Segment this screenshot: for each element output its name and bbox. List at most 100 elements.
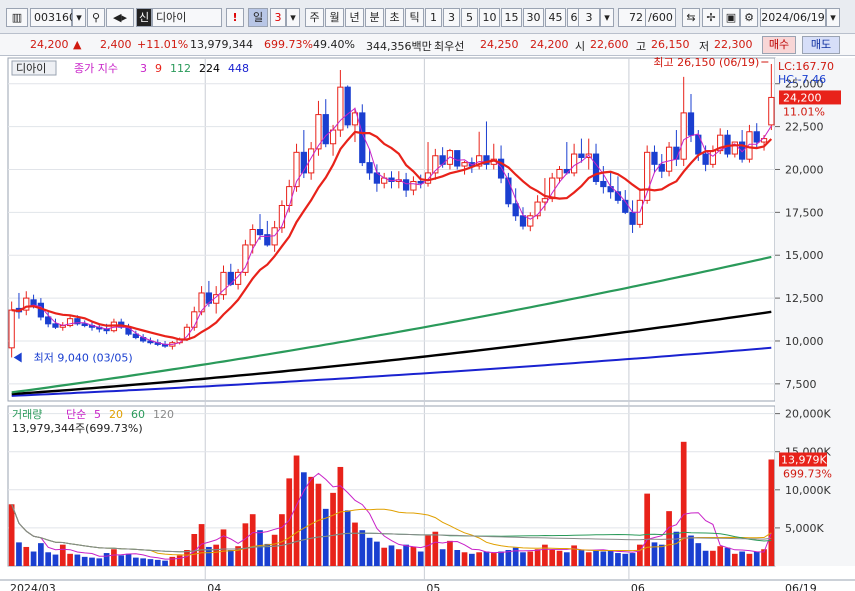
interval-button-15[interactable]: 15 [501, 8, 522, 27]
speaker-icon[interactable]: ◀▸ [106, 8, 134, 27]
volume-bar [622, 553, 629, 566]
period-button-0[interactable]: 주 [305, 8, 324, 27]
alert-button[interactable]: ! [226, 8, 244, 27]
stock-name-field[interactable]: 디아이 [152, 8, 222, 27]
buy-button[interactable]: 매수 [762, 36, 796, 54]
candle-up [278, 204, 286, 229]
candle-up [556, 168, 563, 179]
candle-down [607, 186, 614, 193]
volume-bar [315, 483, 322, 566]
toolbar: ▥ 003160 ▾ ⚲ ◀▸ 신 디아이 ! 일 3 ▾ 주월년분초틱 135… [0, 0, 855, 34]
volume-bar [629, 553, 636, 566]
price-change: 2,400 [100, 38, 132, 51]
current-volume-pct: 699.73% [783, 467, 832, 480]
volume-bar [607, 550, 614, 566]
candle-up [337, 86, 344, 131]
ma-legend-112: 112 [170, 62, 191, 75]
volume-bar [125, 553, 132, 566]
candle-up [570, 153, 578, 174]
volume-bar [717, 546, 724, 566]
search-icon[interactable]: ⚲ [87, 8, 105, 27]
volume-bar [695, 543, 702, 566]
period-button-2[interactable]: 년 [345, 8, 364, 27]
candle-down [81, 323, 88, 327]
bar-count-field[interactable]: 72 [618, 8, 646, 27]
stock-chart[interactable]: 7,500 10,000 12,500 15,000 17,500 20,000 22,50… [0, 56, 855, 591]
multiplier-field[interactable]: 3 [578, 8, 600, 27]
volume-bar [300, 472, 307, 566]
candle-down [322, 114, 329, 145]
candle-down [344, 86, 351, 126]
volume-bar [279, 514, 285, 566]
sell-button[interactable]: 매도 [802, 36, 840, 54]
high-label: 고 [636, 40, 647, 53]
period-button-5[interactable]: 틱 [405, 8, 424, 27]
interval-button-30[interactable]: 30 [523, 8, 544, 27]
stock-code-input[interactable]: 003160 [30, 8, 76, 27]
volume-bar [52, 554, 59, 566]
candle-down [578, 153, 585, 158]
current-price: 24,200 [30, 38, 69, 51]
interval-button-1[interactable]: 1 [425, 8, 442, 27]
volume-tick-label: 5,000K [785, 522, 824, 535]
period-button-4[interactable]: 초 [385, 8, 404, 27]
volume-bar [8, 504, 15, 566]
volume-bar [578, 550, 585, 566]
date-axis-label: 05 [426, 582, 440, 591]
volume-bar [81, 556, 88, 566]
volume-bar [527, 551, 534, 566]
save-icon[interactable]: ▣ [722, 8, 740, 27]
volume-bar [337, 466, 344, 566]
candle-up [410, 180, 417, 191]
volume-bar [461, 552, 468, 566]
open-label: 시 [575, 40, 586, 53]
interval-button-10[interactable]: 10 [479, 8, 500, 27]
volume-bar [74, 554, 81, 566]
volume-bar [59, 544, 66, 566]
multiplier-dropdown-icon[interactable]: ▾ [600, 8, 614, 27]
candle-down [600, 180, 607, 188]
price-panel-frame [7, 57, 776, 402]
period-button-1[interactable]: 월 [325, 8, 344, 27]
tool-arrows-icon[interactable]: ⇆ [682, 8, 700, 27]
interval-button-45[interactable]: 45 [545, 8, 566, 27]
volume-bar [556, 550, 563, 566]
candle-up [665, 146, 673, 172]
low-price: 22,300 [714, 38, 753, 51]
price-tick-label: 12,500 [785, 292, 824, 305]
interval-button-5[interactable]: 5 [461, 8, 478, 27]
volume-bar [374, 541, 380, 566]
code-dropdown-icon[interactable]: ▾ [72, 8, 86, 27]
volume-bar [242, 523, 249, 566]
volume-bar [45, 552, 52, 566]
volume-bar [227, 550, 234, 566]
volume-bar [257, 530, 263, 566]
period-dropdown-icon[interactable]: ▾ [286, 8, 300, 27]
candle-up [461, 162, 468, 167]
period-day-button[interactable]: 일 [248, 8, 268, 27]
lc-label: LC:167.70 [778, 60, 834, 73]
date-axis-label: 2024/03 [10, 582, 56, 591]
volume-bar [67, 553, 73, 566]
settings-gear-icon[interactable]: ⚙ [740, 8, 758, 27]
panel-icon[interactable]: ▥ [6, 8, 28, 27]
volume-bar [644, 493, 651, 566]
volume-bar [176, 555, 183, 566]
tool-crosshair-icon[interactable]: ✢ [702, 8, 720, 27]
volume-bar [476, 552, 483, 566]
volume-bar [731, 553, 738, 566]
date-dropdown-icon[interactable]: ▾ [826, 8, 840, 27]
interval-button-3[interactable]: 3 [443, 8, 460, 27]
period-button-3[interactable]: 분 [365, 8, 384, 27]
vol-ma-legend-3: 60 [131, 408, 145, 421]
date-field[interactable]: 2024/06/19 [760, 8, 826, 27]
period-n-field[interactable]: 3 [270, 8, 286, 27]
candle-up [680, 112, 687, 160]
volume-bar [162, 560, 168, 566]
best-ask: 24,200 [530, 38, 569, 51]
date-axis-label: 04 [207, 582, 221, 591]
volume-tick-label: 20,000K [785, 408, 831, 421]
best-bid: 24,250 [480, 38, 519, 51]
volume-bar [38, 543, 44, 566]
volume-bar [220, 529, 227, 566]
